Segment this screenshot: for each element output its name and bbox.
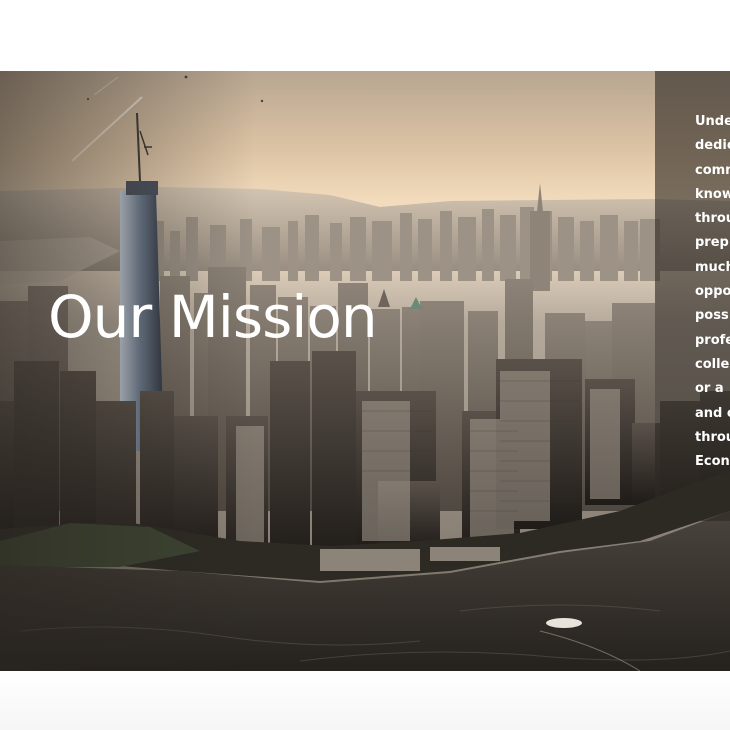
- mission-line: throu: [695, 211, 730, 227]
- bottom-strip: [0, 671, 730, 730]
- mission-line: and c: [695, 405, 730, 421]
- mission-line: dedic: [695, 138, 730, 154]
- mission-line: know: [695, 186, 730, 202]
- mission-line: throu: [695, 429, 730, 445]
- mission-line: profe: [695, 332, 730, 348]
- mission-line: or a: [695, 381, 724, 397]
- mission-line: oppo: [695, 284, 730, 300]
- mission-paragraph: Unde dedic comm know throu prep much opp…: [695, 110, 730, 474]
- mission-line: comm: [695, 162, 730, 178]
- page: Our Mission Unde dedic comm know throu p…: [0, 0, 730, 730]
- page-title: Our Mission: [48, 283, 378, 351]
- mission-line: Unde: [695, 114, 730, 129]
- city-skyline-image: [0, 71, 730, 671]
- mission-line: poss: [695, 308, 729, 324]
- mission-line: prep: [695, 235, 729, 251]
- mission-line: colle: [695, 356, 730, 372]
- mission-hero: Our Mission Unde dedic comm know throu p…: [0, 71, 730, 671]
- mission-text-panel: Unde dedic comm know throu prep much opp…: [655, 71, 730, 521]
- mission-line: much: [695, 259, 730, 275]
- mission-line: Econ: [695, 454, 730, 470]
